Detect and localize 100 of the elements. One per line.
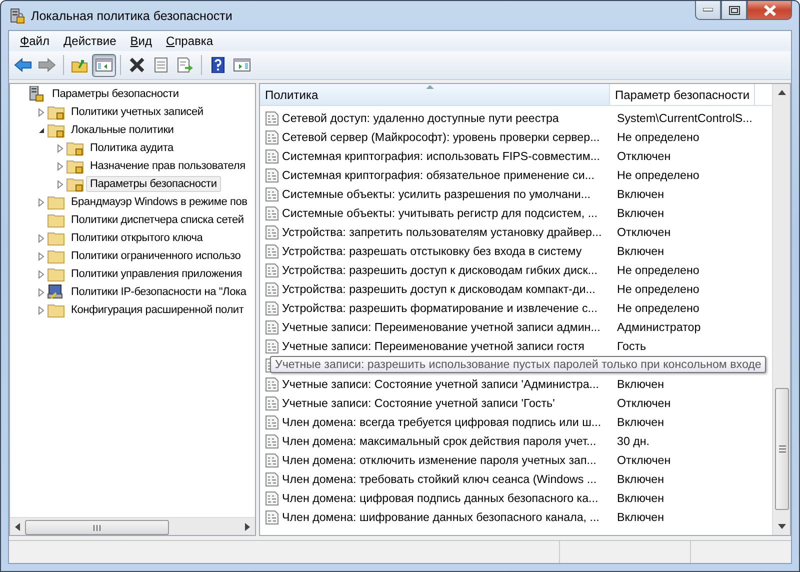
expand-arrow-icon[interactable]	[56, 162, 64, 170]
maximize-button[interactable]	[721, 1, 747, 20]
policy-name[interactable]: Системная криптография: использовать FIPS-совместим...	[282, 150, 614, 163]
maximize-icon	[728, 6, 740, 14]
policy-name[interactable]: Устройства: разрешить доступ к дисководам гибких диск...	[282, 264, 614, 277]
close-button[interactable]	[747, 1, 792, 20]
policy-name[interactable]: Сетевой сервер (Майкрософт): уровень проверки сервер...	[282, 131, 614, 144]
tree-item[interactable]: Политики управления приложения	[67, 266, 246, 282]
policy-setting: Включен	[616, 473, 664, 486]
menu-item[interactable]: Вид	[123, 34, 160, 48]
pane-icon	[95, 57, 113, 73]
tree-item[interactable]: Назначение прав пользователя	[86, 158, 250, 174]
tree-item[interactable]: Политики диспетчера списка сетей	[67, 212, 248, 228]
policy-name[interactable]: Устройства: разрешать отстыковку без входа в систему	[282, 245, 614, 258]
policy-name[interactable]: Устройства: запретить пользователям установку драйвер...	[282, 226, 614, 239]
policy-name[interactable]: Член домена: всегда требуется цифровая подпись или ш...	[282, 416, 614, 429]
locked-folder-icon	[66, 158, 84, 174]
tree-item[interactable]: Политики ограниченного использо	[67, 248, 245, 264]
tree-item[interactable]: Параметры безопасности	[48, 86, 183, 102]
policy-name[interactable]: Член домена: максимальный срок действия пароля учет...	[282, 435, 614, 448]
tree-item[interactable]: Брандмауэр Windows в режиме пов	[67, 194, 252, 210]
tree-item[interactable]: Локальные политики	[67, 122, 178, 138]
policy-name[interactable]: Сетевой доступ: удаленно доступные пути реестра	[282, 112, 614, 125]
scroll-right-icon[interactable]	[244, 522, 250, 530]
menu-item[interactable]: Действие	[56, 34, 124, 48]
expand-arrow-icon[interactable]	[38, 306, 44, 314]
expand-arrow-icon[interactable]	[38, 234, 44, 242]
column-header[interactable]: Параметр безопасности	[610, 84, 755, 105]
window-title: Локальная политика безопасности	[31, 8, 232, 22]
horizontal-scrollbar[interactable]	[10, 517, 255, 535]
folder-icon	[47, 194, 65, 210]
expand-arrow-icon[interactable]	[38, 198, 44, 206]
scroll-left-icon[interactable]	[15, 522, 21, 530]
menu-item[interactable]: Справка	[159, 34, 220, 48]
tree-item[interactable]: Параметры безопасности	[86, 176, 221, 192]
show-tree-button[interactable]	[92, 54, 116, 76]
locked-folder-icon	[66, 140, 84, 156]
policy-setting: Отключен	[616, 397, 671, 410]
tree-item[interactable]: Политики IP-безопасности на "Лока	[67, 284, 250, 300]
scroll-thumb[interactable]	[25, 520, 169, 535]
policy-icon	[265, 377, 279, 392]
menu-item[interactable]: Файл	[13, 34, 57, 48]
help-icon	[209, 57, 227, 73]
expand-arrow-icon[interactable]	[38, 270, 44, 278]
policy-icon	[265, 301, 279, 316]
policy-setting: Включен	[616, 188, 664, 201]
expand-arrow-icon[interactable]	[38, 252, 44, 260]
policy-name[interactable]: Член домена: требовать стойкий ключ сеанса (Windows ...	[282, 473, 614, 486]
scroll-thumb[interactable]	[775, 388, 789, 510]
expand-arrow-icon[interactable]	[38, 288, 44, 296]
computer-key-icon	[47, 284, 65, 300]
locked-folder-icon	[47, 104, 65, 120]
policy-setting: Отключен	[616, 454, 671, 467]
policy-name[interactable]: Член домена: шифрование данных безопасного канала, ...	[282, 511, 614, 524]
policy-icon	[265, 339, 279, 354]
policy-setting: Отключен	[616, 150, 671, 163]
policy-name[interactable]: Устройства: разрешить доступ к дисководам компакт-ди...	[282, 283, 614, 296]
policy-name[interactable]: Член домена: цифровая подпись данных безопасного ка...	[282, 492, 614, 505]
policy-name[interactable]: Учетные записи: Переименование учетной записи гостя	[282, 340, 614, 353]
policy-name[interactable]: Системные объекты: учитывать регистр для подсистем, ...	[282, 207, 614, 220]
tree-item[interactable]: Политики открытого ключа	[67, 230, 207, 246]
grip-icon	[93, 524, 101, 530]
policy-name[interactable]: Устройства: разрешить форматирование и извлечение с...	[282, 302, 614, 315]
policy-icon	[265, 453, 279, 468]
policy-name[interactable]: Системные объекты: усилить разрешения по умолчани...	[282, 188, 614, 201]
scroll-up-icon[interactable]	[778, 90, 786, 95]
policy-setting: Не определено	[616, 131, 700, 144]
delete-icon	[128, 57, 146, 73]
vertical-scrollbar[interactable]	[772, 84, 790, 535]
expand-arrow-icon[interactable]	[38, 108, 44, 116]
policy-setting: Не определено	[616, 283, 700, 296]
scroll-down-icon[interactable]	[778, 524, 786, 529]
folder-icon	[47, 230, 65, 246]
expand-arrow-icon[interactable]	[56, 180, 64, 188]
policy-name[interactable]: Учетные записи: Переименование учетной записи админ...	[282, 321, 614, 334]
policy-icon	[265, 396, 279, 411]
policy-icon	[265, 415, 279, 430]
policy-name[interactable]: Член домена: отключить изменение пароля учетных зап...	[282, 454, 614, 467]
column-header[interactable]: Политика	[260, 84, 610, 105]
policy-icon	[265, 244, 279, 259]
expand-arrow-icon[interactable]	[56, 144, 64, 152]
policy-icon	[265, 320, 279, 335]
policy-name[interactable]: Системная криптография: обязательное применение си...	[282, 169, 614, 182]
collapse-arrow-icon[interactable]	[38, 126, 44, 134]
locked-folder-icon	[47, 122, 65, 138]
folder-icon	[47, 248, 65, 264]
minimize-button[interactable]	[695, 1, 721, 20]
policy-setting: System\CurrentControlS...	[616, 112, 752, 125]
close-icon	[762, 4, 776, 16]
folder-icon	[47, 302, 65, 318]
policy-name[interactable]: Учетные записи: Состояние учетной записи 'Администра...	[282, 378, 614, 391]
policy-setting: Включен	[616, 245, 664, 258]
policy-icon	[265, 206, 279, 221]
tree-item[interactable]: Конфигурация расширенной полит	[67, 302, 248, 318]
tree-item[interactable]: Политики учетных записей	[67, 104, 208, 120]
policy-setting: Не определено	[616, 302, 700, 315]
policy-name[interactable]: Учетные записи: Состояние учетной записи 'Гость'	[282, 397, 614, 410]
policy-setting: Не определено	[616, 264, 700, 277]
tree-item[interactable]: Политика аудита	[86, 140, 178, 156]
folder-icon	[47, 212, 65, 228]
